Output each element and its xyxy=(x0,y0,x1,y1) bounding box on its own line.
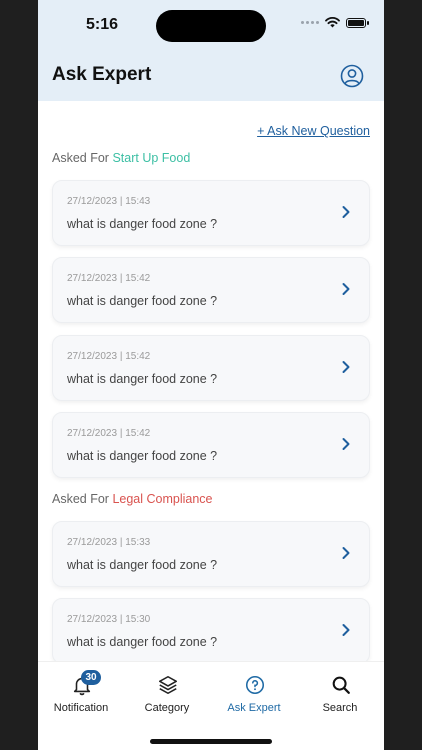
section-category: Start Up Food xyxy=(112,151,191,165)
tab-search[interactable]: Search xyxy=(297,662,383,722)
signal-icon xyxy=(301,21,319,24)
search-icon xyxy=(332,676,350,694)
header: 5:16 Ask Expert xyxy=(38,0,384,101)
ask-new-question-link[interactable]: + Ask New Question xyxy=(257,124,370,138)
chevron-right-icon xyxy=(342,283,350,295)
question-text: what is danger food zone ? xyxy=(67,449,218,463)
question-card[interactable]: 27/12/2023 | 15:42 what is danger food z… xyxy=(52,335,370,401)
question-circle-icon xyxy=(245,675,265,695)
tab-label: Ask Expert xyxy=(227,702,281,714)
question-date: 27/12/2023 | 15:30 xyxy=(67,614,151,625)
status-time: 5:16 xyxy=(86,16,119,33)
app-screen: 5:16 Ask Expert + Ask New Question Asked… xyxy=(38,0,384,750)
tab-label: Notification xyxy=(53,702,109,714)
question-card[interactable]: 27/12/2023 | 15:42 what is danger food z… xyxy=(52,412,370,478)
chevron-right-icon xyxy=(342,438,350,450)
question-text: what is danger food zone ? xyxy=(67,635,218,649)
chevron-right-icon xyxy=(342,206,350,218)
section-category: Legal Compliance xyxy=(112,492,213,506)
tab-label: Category xyxy=(144,702,190,714)
question-card[interactable]: 27/12/2023 | 15:43 what is danger food z… xyxy=(52,180,370,246)
tab-category[interactable]: Category xyxy=(124,662,210,722)
battery-icon xyxy=(346,17,369,28)
status-indicators xyxy=(301,17,369,28)
tab-notification[interactable]: 30 Notification xyxy=(38,662,124,722)
section-prefix: Asked For xyxy=(52,492,109,506)
profile-icon[interactable] xyxy=(340,64,364,88)
question-text: what is danger food zone ? xyxy=(67,558,218,572)
question-text: what is danger food zone ? xyxy=(67,372,218,386)
dynamic-island xyxy=(156,10,266,42)
notification-badge: 30 xyxy=(81,670,101,685)
question-date: 27/12/2023 | 15:43 xyxy=(67,196,151,207)
layers-icon xyxy=(158,675,178,695)
wifi-icon xyxy=(325,17,340,28)
bottom-tab-bar: 30 Notification Category Ask Expert Sear… xyxy=(38,661,384,750)
question-date: 27/12/2023 | 15:33 xyxy=(67,537,151,548)
question-date: 27/12/2023 | 15:42 xyxy=(67,351,151,362)
chevron-right-icon xyxy=(342,624,350,636)
home-indicator[interactable] xyxy=(150,739,272,744)
question-card[interactable]: 27/12/2023 | 15:33 what is danger food z… xyxy=(52,521,370,587)
question-text: what is danger food zone ? xyxy=(67,217,218,231)
question-card[interactable]: 27/12/2023 | 15:30 what is danger food z… xyxy=(52,598,370,661)
page-title: Ask Expert xyxy=(52,64,152,85)
chevron-right-icon xyxy=(342,361,350,373)
question-text: what is danger food zone ? xyxy=(67,294,218,308)
chevron-right-icon xyxy=(342,547,350,559)
tab-ask-expert[interactable]: Ask Expert xyxy=(211,662,297,722)
tab-label: Search xyxy=(322,702,358,714)
section-prefix: Asked For xyxy=(52,151,109,165)
question-date: 27/12/2023 | 15:42 xyxy=(67,273,151,284)
section-label-legal-compliance: Asked For Legal Compliance xyxy=(52,492,213,506)
section-label-startup-food: Asked For Start Up Food xyxy=(52,151,190,165)
question-list: + Ask New Question Asked For Start Up Fo… xyxy=(38,101,384,661)
question-card[interactable]: 27/12/2023 | 15:42 what is danger food z… xyxy=(52,257,370,323)
question-date: 27/12/2023 | 15:42 xyxy=(67,428,151,439)
